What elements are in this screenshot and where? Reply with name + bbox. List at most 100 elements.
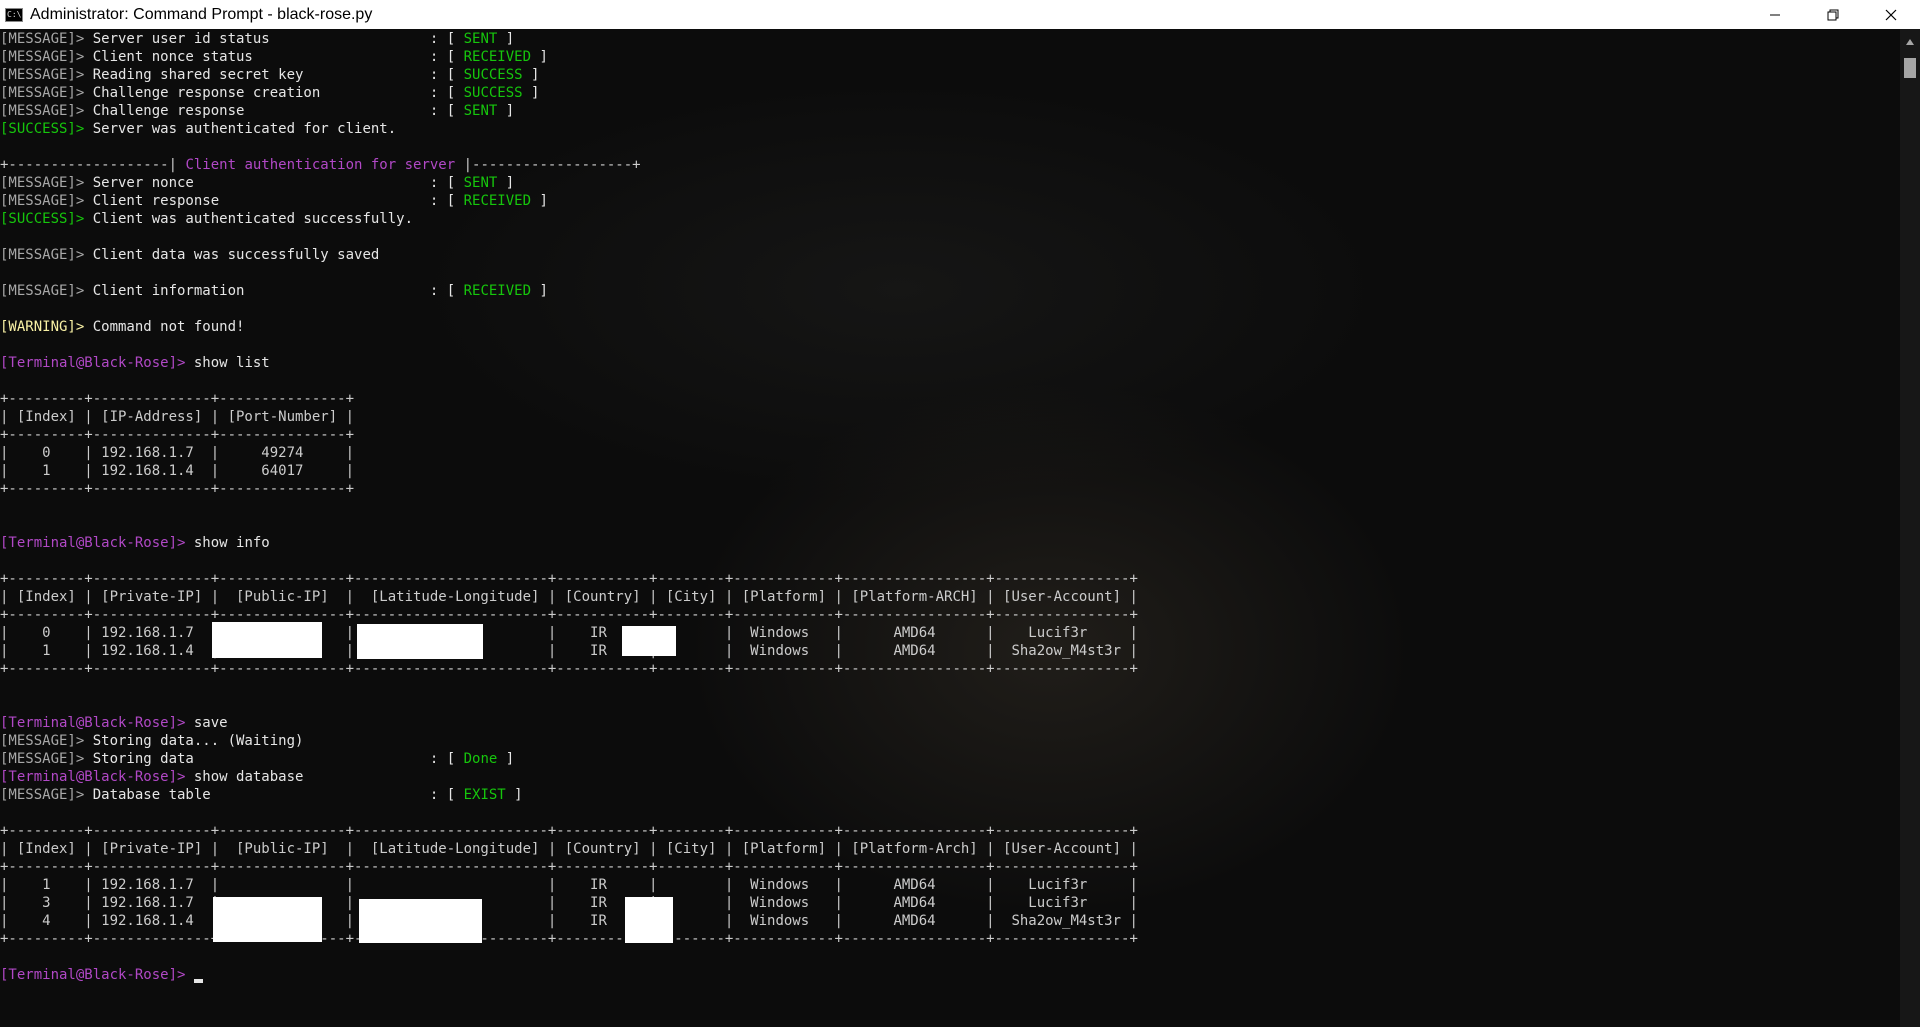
- console-line: +---------+--------------+--------------…: [0, 426, 1138, 444]
- console-text: [: [446, 787, 464, 803]
- console-text: [Terminal@Black-Rose]>: [0, 535, 194, 551]
- console-line: [MESSAGE]> Client nonce status : [ RECEI…: [0, 48, 1138, 66]
- console-text: |-------------------+: [455, 157, 641, 173]
- console-text: ]: [505, 787, 523, 803]
- console-line: [MESSAGE]> Database table : [ EXIST ]: [0, 786, 1138, 804]
- console-text: +---------+--------------+--------------…: [0, 931, 1138, 947]
- console-text: [: [446, 175, 464, 191]
- console-line: [SUCCESS]> Server was authenticated for …: [0, 120, 1138, 138]
- close-icon: [1885, 9, 1897, 21]
- redaction-box: [359, 899, 482, 943]
- console-text: [: [446, 85, 464, 101]
- console-text: [MESSAGE]>: [0, 175, 93, 191]
- console-text: | [Index] | [IP-Address] | [Port-Number]…: [0, 409, 355, 425]
- console-text: save: [193, 715, 228, 731]
- console-text: [SUCCESS]>: [0, 121, 93, 137]
- console-line: | [Index] | [Private-IP] | [Public-IP] |…: [0, 840, 1138, 858]
- console-text: | 4 | 192.168.1.4 | | | IR | | Windows |…: [0, 913, 1138, 929]
- console-line: [MESSAGE]> Challenge response creation :…: [0, 84, 1138, 102]
- console-text: +---------+--------------+--------------…: [0, 391, 355, 407]
- minimize-button[interactable]: [1746, 0, 1804, 29]
- console-line: | 0 | 192.168.1.7 | 49274 |: [0, 444, 1138, 462]
- console-line: [MESSAGE]> Server user id status : [ SEN…: [0, 30, 1138, 48]
- command-prompt-icon[interactable]: C:\: [5, 7, 23, 22]
- console-text: +---------+--------------+--------------…: [0, 607, 1138, 623]
- minimize-icon: [1769, 9, 1781, 21]
- console-line: [Terminal@Black-Rose]> show list: [0, 354, 1138, 372]
- console-text: [MESSAGE]>: [0, 31, 93, 47]
- console-text: ]: [497, 31, 515, 47]
- console-output: [MESSAGE]> Server user id status : [ SEN…: [0, 30, 1138, 984]
- console-text: [MESSAGE]>: [0, 103, 93, 119]
- console-line: +---------+--------------+--------------…: [0, 480, 1138, 498]
- console-text: Storing data :: [92, 751, 447, 767]
- console-text: ]: [531, 283, 548, 299]
- console-line: [MESSAGE]> Challenge response : [ SENT ]: [0, 102, 1138, 120]
- console-text: Client information :: [92, 283, 447, 299]
- redaction-box: [212, 622, 322, 658]
- console-line: [Terminal@Black-Rose]> save: [0, 714, 1138, 732]
- console-line: | 0 | 192.168.1.7 | | | IR | | Windows |…: [0, 624, 1138, 642]
- restore-button[interactable]: [1804, 0, 1862, 29]
- console-text: [MESSAGE]>: [0, 49, 93, 65]
- console-line: +---------+--------------+--------------…: [0, 390, 1138, 408]
- console-line: | [Index] | [IP-Address] | [Port-Number]…: [0, 408, 1138, 426]
- console-line: +---------+--------------+--------------…: [0, 606, 1138, 624]
- console-text: [WARNING]>: [0, 319, 93, 335]
- vertical-scrollbar[interactable]: [1900, 29, 1920, 1027]
- console-line: [Terminal@Black-Rose]> show info: [0, 534, 1138, 552]
- title-bar: C:\ Administrator: Command Prompt - blac…: [0, 0, 1920, 29]
- console-line: [MESSAGE]> Storing data... (Waiting): [0, 732, 1138, 750]
- console-text: [: [446, 751, 464, 767]
- console-area[interactable]: [MESSAGE]> Server user id status : [ SEN…: [0, 29, 1900, 1027]
- console-line: [Terminal@Black-Rose]>: [0, 966, 1138, 984]
- console-text: [: [446, 283, 464, 299]
- console-text: Reading shared secret key :: [92, 67, 447, 83]
- chevron-up-icon: [1905, 31, 1915, 50]
- console-text: Client nonce status :: [92, 49, 447, 65]
- scroll-thumb[interactable]: [1904, 58, 1916, 78]
- console-text: +---------+--------------+--------------…: [0, 823, 1138, 839]
- scroll-up-button[interactable]: [1900, 33, 1920, 47]
- console-text: [MESSAGE]>: [0, 67, 93, 83]
- console-text: ]: [497, 751, 515, 767]
- console-text: Database table :: [92, 787, 447, 803]
- console-text: [: [446, 49, 464, 65]
- console-text: Storing data... (Waiting): [92, 733, 304, 749]
- console-text: Server was authenticated for client.: [92, 121, 397, 137]
- console-text: show info: [193, 535, 270, 551]
- console-text: ]: [531, 49, 548, 65]
- console-text: +---------+--------------+--------------…: [0, 661, 1138, 677]
- console-line: [WARNING]> Command not found!: [0, 318, 1138, 336]
- console-line: [MESSAGE]> Server nonce : [ SENT ]: [0, 174, 1138, 192]
- console-line: +---------+--------------+--------------…: [0, 930, 1138, 948]
- console-text: [MESSAGE]>: [0, 733, 93, 749]
- console-text: [MESSAGE]>: [0, 787, 93, 803]
- console-text: [Terminal@Black-Rose]>: [0, 769, 194, 785]
- close-button[interactable]: [1862, 0, 1920, 29]
- console-text: +-------------------|: [0, 157, 186, 173]
- redaction-box: [625, 897, 673, 943]
- console-text: [MESSAGE]>: [0, 751, 93, 767]
- console-text: [Terminal@Black-Rose]>: [0, 967, 194, 983]
- console-text: [SUCCESS]>: [0, 211, 93, 227]
- console-text: Done: [463, 751, 498, 767]
- window-title: Administrator: Command Prompt - black-ro…: [30, 5, 373, 23]
- console-text: Server user id status :: [92, 31, 447, 47]
- console-line: [MESSAGE]> Storing data : [ Done ]: [0, 750, 1138, 768]
- console-text: | 1 | 192.168.1.7 | | | IR | | Windows |…: [0, 877, 1138, 893]
- console-text: [Terminal@Black-Rose]>: [0, 715, 194, 731]
- console-line: [Terminal@Black-Rose]> show database: [0, 768, 1138, 786]
- console-line: +---------+--------------+--------------…: [0, 570, 1138, 588]
- console-text: | 1 | 192.168.1.4 | 64017 |: [0, 463, 355, 479]
- console-line: [MESSAGE]> Client data was successfully …: [0, 246, 1138, 264]
- console-text: | 3 | 192.168.1.7 | | | IR | | Windows |…: [0, 895, 1138, 911]
- console-text: SENT: [463, 103, 498, 119]
- console-text: Client response :: [92, 193, 447, 209]
- console-line: | 4 | 192.168.1.4 | | | IR | | Windows |…: [0, 912, 1138, 930]
- console-text: | 0 | 192.168.1.7 | 49274 |: [0, 445, 355, 461]
